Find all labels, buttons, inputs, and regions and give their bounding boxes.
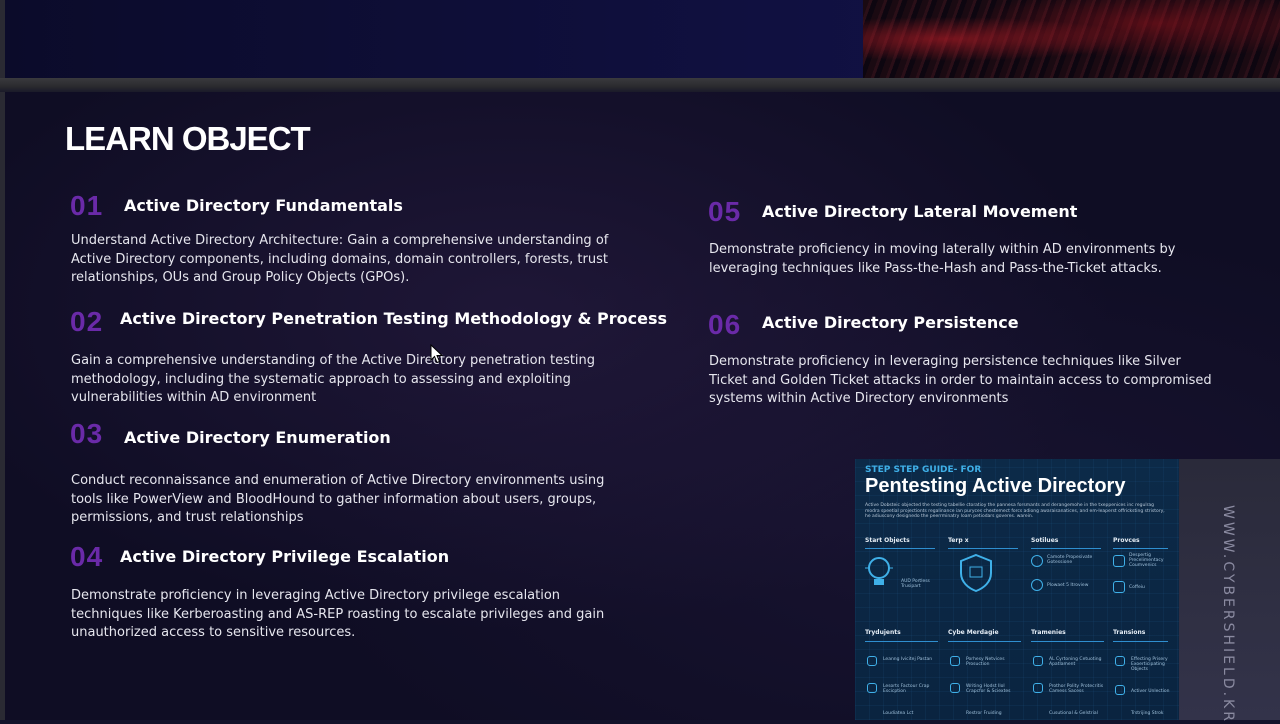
infographic-note: Effecting Prisery Exoerticipating Object… bbox=[1131, 657, 1168, 672]
infographic-column-label: Provces bbox=[1113, 537, 1140, 544]
infographic-rule bbox=[1031, 548, 1101, 549]
description-line: Conduct reconnaissance and enumeration o… bbox=[71, 473, 605, 488]
objective-number: 04 bbox=[70, 541, 104, 572]
objective-description: Conduct reconnaissance and enumeration o… bbox=[71, 472, 604, 528]
infographic-rule bbox=[1113, 548, 1168, 549]
description-line: unauthorized access to sensitive resourc… bbox=[71, 625, 356, 640]
infographic-note: Restror Fruiding bbox=[966, 711, 1002, 716]
description-line: systems within Active Directory environm… bbox=[709, 391, 1009, 406]
description-line: permissions, and trust relationships bbox=[71, 510, 304, 525]
objective-heading: Active Directory Lateral Movement bbox=[762, 202, 1078, 221]
infographic-note: Prothor Polity Protecritis Camess Sacess bbox=[1049, 684, 1104, 694]
list-icon bbox=[867, 656, 877, 666]
objective-number: 06 bbox=[708, 309, 742, 340]
infographic-column-label: Trydujents bbox=[865, 629, 901, 636]
infographic-note: Lesorts Factour Crap Escicption bbox=[883, 684, 930, 694]
slide-title: LEARN OBJECT bbox=[65, 120, 311, 157]
infographic-note: Plowaet 5 Itroview bbox=[1047, 583, 1089, 588]
description-line: methodology, including the systematic ap… bbox=[71, 371, 571, 387]
objective-number: 03 bbox=[70, 418, 104, 449]
objective-description: Gain a comprehensive understanding of th… bbox=[71, 352, 595, 408]
description-line: Understand Active Directory Architecture… bbox=[71, 233, 609, 248]
objective-description: Demonstrate proficiency in leveraging pe… bbox=[709, 353, 1212, 409]
description-line: vulnerabilities within AD environment bbox=[71, 390, 317, 405]
document-icon bbox=[1113, 555, 1125, 567]
lock-icon bbox=[1033, 683, 1043, 693]
grid-icon bbox=[950, 656, 960, 666]
infographic-note: Porhesy Netvices Prosuction bbox=[966, 657, 1005, 667]
description-line: Gain a comprehensive understanding of th… bbox=[71, 353, 596, 368]
objective-description: Understand Active Directory Architecture… bbox=[71, 232, 608, 288]
infographic-arrow bbox=[948, 641, 1021, 642]
objective-number: 01 bbox=[70, 190, 104, 221]
description-line: leveraging techniques like Pass-the-Hash… bbox=[709, 260, 1162, 276]
mouse-cursor-icon bbox=[430, 344, 444, 364]
objective-number: 05 bbox=[708, 196, 742, 227]
description-line: tools like PowerView and BloodHound to g… bbox=[71, 491, 597, 507]
gear-icon bbox=[1031, 579, 1043, 591]
objective-number: 02 bbox=[70, 306, 104, 337]
description-line: Demonstrate proficiency in leveraging pe… bbox=[709, 354, 1181, 369]
chart-icon bbox=[950, 683, 960, 693]
infographic-kicker: STEP STEP GUIDE- FOR bbox=[865, 465, 982, 475]
folder-icon bbox=[1113, 581, 1125, 593]
infographic-column-label: Start Objects bbox=[865, 537, 910, 544]
infographic-note: Loudiatea Lct bbox=[883, 711, 914, 716]
pentesting-infographic: STEP STEP GUIDE- FOR Pentesting Active D… bbox=[855, 459, 1179, 720]
previous-slide-photo bbox=[863, 0, 1280, 78]
infographic-note: AUD Portless Trusipart bbox=[901, 579, 930, 589]
objective-heading: Active Directory Penetration Testing Met… bbox=[120, 309, 668, 328]
infographic-title: Pentesting Active Directory bbox=[865, 475, 1126, 497]
description-line: relationships, OUs and Group Policy Obje… bbox=[71, 270, 410, 285]
infographic-arrow bbox=[1031, 641, 1104, 642]
frame-edge bbox=[0, 92, 5, 720]
objective-heading: Active Directory Enumeration bbox=[124, 428, 391, 447]
slide-divider bbox=[0, 78, 1280, 92]
infographic-arrow bbox=[1113, 641, 1168, 642]
cog-icon bbox=[1031, 555, 1043, 567]
infographic-note: Leanng Ivicitej Pastan bbox=[883, 657, 933, 662]
network-icon bbox=[1033, 656, 1043, 666]
shield-icon bbox=[960, 553, 992, 593]
infographic-note: AL Cyrtoning Cetuoting Apatlament bbox=[1049, 657, 1102, 667]
target-icon bbox=[1115, 656, 1125, 666]
description-line: Ticket and Golden Ticket attacks in orde… bbox=[709, 372, 1212, 388]
objective-description: Demonstrate proficiency in moving latera… bbox=[709, 241, 1176, 278]
lightbulb-icon bbox=[865, 557, 893, 585]
description-line: Demonstrate proficiency in leveraging Ac… bbox=[71, 588, 561, 603]
infographic-rule bbox=[865, 548, 935, 549]
objective-heading: Active Directory Persistence bbox=[762, 313, 1019, 332]
infographic-column-label: Cybe Merdagie bbox=[948, 629, 999, 636]
infographic-rule bbox=[948, 548, 1018, 549]
infographic-column-label: Sotilues bbox=[1031, 537, 1059, 544]
user-icon bbox=[867, 683, 877, 693]
eye-icon bbox=[1115, 685, 1125, 695]
infographic-note: Camote Propesivate Gotessione bbox=[1047, 555, 1093, 565]
infographic-note: Trstrijing Strok bbox=[1131, 711, 1164, 716]
frame-edge bbox=[0, 0, 5, 80]
infographic-column-label: Tramenies bbox=[1031, 629, 1066, 636]
infographic-note: Cusutional & Gelstrial bbox=[1049, 711, 1098, 716]
site-watermark: WWW.CYBERSHIELD.KR bbox=[1220, 505, 1236, 724]
objective-description: Demonstrate proficiency in leveraging Ac… bbox=[71, 587, 604, 643]
infographic-note: Activer Unlection bbox=[1131, 689, 1170, 694]
infographic-column-label: Terp x bbox=[948, 537, 969, 544]
infographic-blurb: Active Dobsteic objected the testing tab… bbox=[865, 503, 1165, 519]
description-line: Active Directory components, including d… bbox=[71, 251, 608, 267]
infographic-note: Coffeiu bbox=[1129, 585, 1145, 590]
objective-heading: Active Directory Privilege Escalation bbox=[120, 547, 450, 566]
description-line: techniques like Kerberoasting and AS-REP… bbox=[71, 606, 605, 622]
infographic-note: Despertig Precelimentacy Coumvenics bbox=[1129, 553, 1164, 568]
infographic-column-label: Transions bbox=[1113, 629, 1146, 636]
infographic-note: Writing Hodst Ilol Crapcfor & Sciextes bbox=[966, 684, 1011, 694]
description-line: Demonstrate proficiency in moving latera… bbox=[709, 242, 1176, 257]
objective-heading: Active Directory Fundamentals bbox=[124, 196, 403, 215]
infographic-arrow bbox=[865, 641, 938, 642]
